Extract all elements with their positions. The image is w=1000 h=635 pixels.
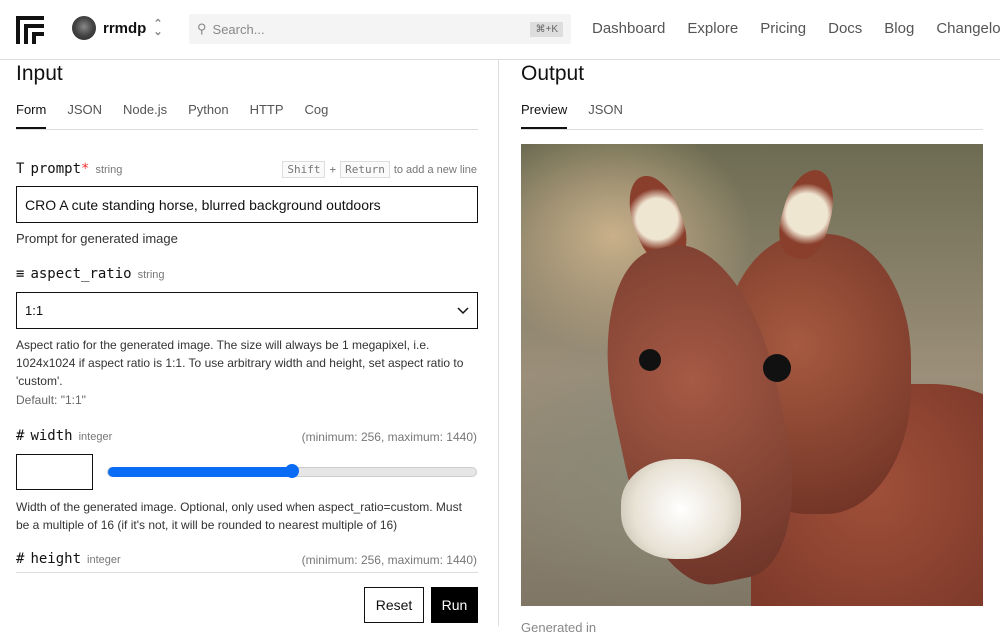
required-marker: * bbox=[81, 161, 90, 177]
nav-pricing[interactable]: Pricing bbox=[760, 20, 806, 37]
tab-json[interactable]: JSON bbox=[67, 102, 102, 129]
width-slider[interactable] bbox=[107, 464, 477, 478]
aspect-ratio-select[interactable]: 1:1 bbox=[16, 292, 478, 329]
height-label: # height integer bbox=[16, 551, 121, 567]
aspect-ratio-name: aspect_ratio bbox=[30, 266, 132, 282]
plus: + bbox=[329, 163, 337, 176]
search-input[interactable]: ⚲ Search... ⌘+K bbox=[189, 14, 571, 44]
text-type-icon: T bbox=[16, 161, 25, 177]
width-input[interactable] bbox=[16, 454, 93, 490]
prompt-type: string bbox=[95, 164, 123, 176]
output-tabs: Preview JSON bbox=[521, 102, 983, 130]
divider bbox=[16, 572, 478, 573]
width-range: (minimum: 256, maximum: 1440) bbox=[301, 430, 477, 444]
aspect-ratio-default: Default: "1:1" bbox=[16, 393, 86, 407]
tab-form[interactable]: Form bbox=[16, 102, 47, 129]
number-icon: # bbox=[16, 551, 25, 567]
tab-http[interactable]: HTTP bbox=[250, 102, 284, 129]
tab-cog[interactable]: Cog bbox=[305, 102, 329, 129]
input-panel: Input Form JSON Node.js Python HTTP Cog … bbox=[0, 60, 499, 626]
input-title: Input bbox=[16, 62, 63, 85]
prompt-input[interactable]: CRO A cute standing horse, blurred backg… bbox=[16, 186, 478, 223]
horse-nose bbox=[621, 459, 741, 559]
enum-icon: ≡ bbox=[16, 266, 25, 282]
chevron-updown-icon: ⌃ ⌄ bbox=[153, 18, 163, 38]
nav-explore[interactable]: Explore bbox=[687, 20, 738, 37]
width-slider-fill bbox=[108, 467, 292, 477]
chevron-down-icon bbox=[457, 306, 469, 314]
tab-preview[interactable]: Preview bbox=[521, 102, 568, 129]
input-tabs: Form JSON Node.js Python HTTP Cog bbox=[16, 102, 478, 130]
newline-hint: Shift + Return to add a new line bbox=[282, 161, 477, 178]
tab-python[interactable]: Python bbox=[188, 102, 228, 129]
username: rrmdp bbox=[103, 19, 147, 37]
horse-eye bbox=[763, 354, 791, 382]
nav-blog[interactable]: Blog bbox=[884, 20, 914, 37]
aspect-ratio-value: 1:1 bbox=[25, 303, 44, 318]
aspect-ratio-type: string bbox=[137, 269, 165, 281]
account-switcher[interactable]: rrmdp ⌃ ⌄ bbox=[72, 16, 163, 40]
generated-in-label: Generated in bbox=[521, 620, 597, 635]
search-icon: ⚲ bbox=[197, 21, 207, 36]
width-label: # width integer bbox=[16, 428, 112, 444]
height-name: height bbox=[30, 551, 82, 567]
height-range: (minimum: 256, maximum: 1440) bbox=[301, 553, 477, 567]
output-panel: Output Preview JSON Generated in bbox=[500, 60, 1000, 635]
prompt-description: Prompt for generated image bbox=[16, 231, 178, 246]
tab-nodejs[interactable]: Node.js bbox=[123, 102, 167, 129]
aspect-ratio-description: Aspect ratio for the generated image. Th… bbox=[16, 338, 464, 388]
width-description: Width of the generated image. Optional, … bbox=[16, 500, 462, 532]
prompt-label: Tprompt* string bbox=[16, 161, 122, 177]
height-type: integer bbox=[87, 554, 121, 566]
hint-text: to add a new line bbox=[393, 163, 477, 176]
shortcut-badge: ⌘+K bbox=[530, 21, 563, 37]
logo-icon[interactable] bbox=[16, 16, 44, 44]
tab-output-json[interactable]: JSON bbox=[588, 102, 623, 129]
reset-button[interactable]: Reset bbox=[364, 587, 424, 623]
avatar bbox=[72, 16, 96, 40]
aspect-ratio-label: ≡ aspect_ratio string bbox=[16, 266, 165, 282]
output-title: Output bbox=[521, 62, 585, 85]
run-button[interactable]: Run bbox=[431, 587, 478, 623]
horse-eye bbox=[639, 349, 661, 371]
nav-changelog[interactable]: Changelog bbox=[936, 20, 1000, 37]
width-type: integer bbox=[78, 431, 113, 443]
output-image[interactable] bbox=[521, 144, 983, 606]
width-slider-thumb[interactable] bbox=[285, 464, 299, 478]
nav-dashboard[interactable]: Dashboard bbox=[592, 20, 665, 37]
main-nav: Dashboard Explore Pricing Docs Blog Chan… bbox=[592, 20, 1000, 37]
prompt-name: prompt bbox=[30, 161, 82, 177]
shift-key: Shift bbox=[282, 161, 326, 178]
nav-docs[interactable]: Docs bbox=[828, 20, 862, 37]
width-name: width bbox=[30, 428, 73, 444]
return-key: Return bbox=[340, 161, 390, 178]
search-placeholder: Search... bbox=[212, 21, 265, 37]
number-icon: # bbox=[16, 428, 25, 444]
top-bar: rrmdp ⌃ ⌄ ⚲ Search... ⌘+K Dashboard Explore … bbox=[0, 0, 1000, 60]
